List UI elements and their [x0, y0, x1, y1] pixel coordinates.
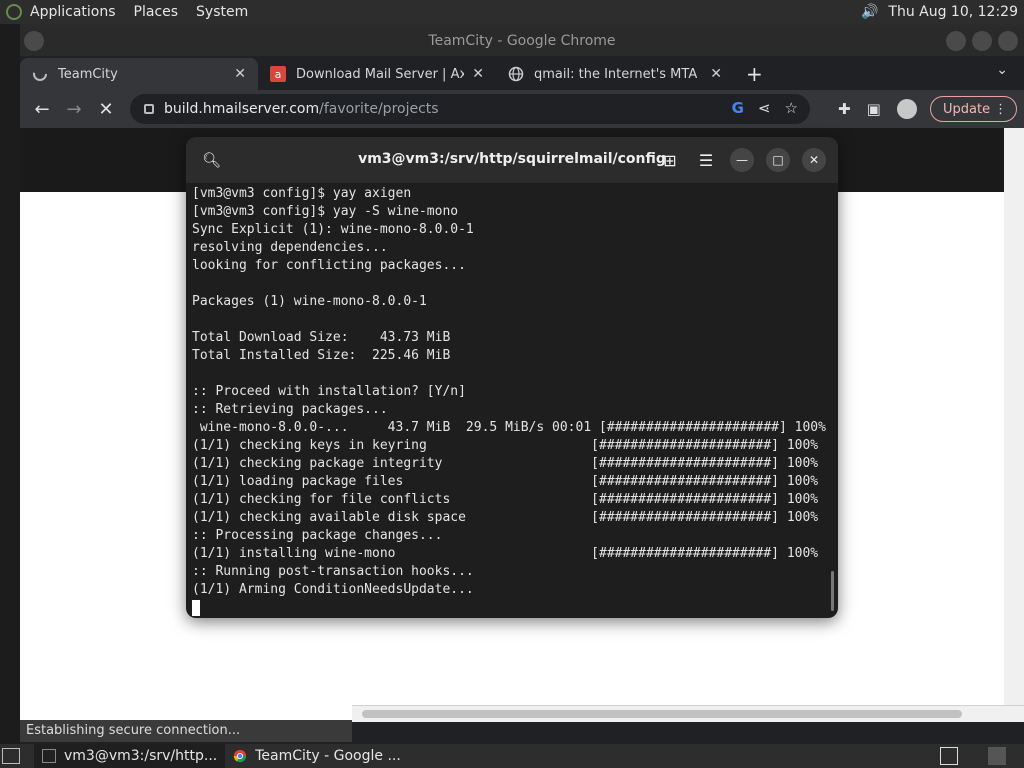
terminal-line: (1/1) checking for file conflicts [#####…: [192, 492, 819, 507]
terminal-line: (1/1) checking keys in keyring [########…: [192, 438, 819, 453]
menu-applications[interactable]: Applications: [30, 4, 116, 20]
url-host: build.hmailserver.com: [164, 101, 320, 117]
window-titlebar[interactable]: TeamCity - Google Chrome: [20, 26, 1024, 56]
close-tab-icon[interactable]: ✕: [472, 66, 484, 82]
taskbar-item-label: vm3@vm3:/srv/http...: [64, 748, 218, 764]
tab-label: TeamCity: [58, 66, 118, 82]
address-bar[interactable]: build.hmailserver.com/favorite/projects …: [130, 94, 810, 124]
menu-system[interactable]: System: [196, 4, 248, 20]
terminal-line: (1/1) loading package files [###########…: [192, 474, 819, 489]
close-window-button[interactable]: [998, 31, 1018, 51]
minimize-window-button[interactable]: [946, 31, 966, 51]
loading-spinner-icon: [33, 67, 47, 81]
terminal-line: Total Download Size: 43.73 MiB: [192, 330, 451, 345]
terminal-icon: [42, 749, 56, 763]
distro-logo-icon[interactable]: [6, 4, 22, 20]
update-label: Update: [943, 102, 991, 117]
terminal-line: :: Processing package changes...: [192, 528, 443, 543]
volume-icon[interactable]: 🔊: [861, 4, 878, 20]
close-icon[interactable]: ✕: [802, 148, 826, 172]
hamburger-menu-icon[interactable]: ☰: [694, 151, 718, 170]
forward-arrow-icon[interactable]: →: [58, 99, 90, 120]
extensions-puzzle-icon[interactable]: ✚: [838, 100, 851, 118]
window-menu-button[interactable]: [24, 31, 44, 51]
new-tab-icon[interactable]: ⊞: [658, 151, 682, 170]
window-title: TeamCity - Google Chrome: [428, 33, 616, 49]
browser-toolbar: ← → ✕ build.hmailserver.com/favorite/pro…: [20, 90, 1024, 128]
terminal-line: Packages (1) wine-mono-8.0.0-1: [192, 294, 427, 309]
terminal-line: :: Retrieving packages...: [192, 402, 388, 417]
axigen-favicon-icon: a: [270, 66, 286, 82]
menu-places[interactable]: Places: [134, 4, 179, 20]
tab-label: Download Mail Server | Axigen: [296, 66, 465, 82]
terminal-line: looking for conflicting packages...: [192, 258, 466, 273]
terminal-line: Sync Explicit (1): wine-mono-8.0.0-1: [192, 222, 474, 237]
desktop-background: [0, 24, 20, 744]
more-menu-icon[interactable]: ⋮: [994, 97, 1007, 123]
workspace-switcher-1[interactable]: [940, 747, 958, 765]
workspace-switcher-2[interactable]: [988, 747, 1006, 765]
close-tab-icon[interactable]: ✕: [710, 66, 722, 82]
back-arrow-icon[interactable]: ←: [26, 99, 58, 120]
tab-strip: TeamCity ✕ a Download Mail Server | Axig…: [20, 56, 1024, 90]
terminal-line: (1/1) Arming ConditionNeedsUpdate...: [192, 582, 474, 597]
profile-avatar-icon[interactable]: [896, 99, 917, 119]
vertical-scrollbar[interactable]: [1004, 128, 1024, 722]
maximize-icon[interactable]: □: [766, 148, 790, 172]
maximize-window-button[interactable]: [972, 31, 992, 51]
svg-text:a: a: [275, 68, 282, 81]
url-path: /favorite/projects: [319, 101, 439, 117]
close-tab-icon[interactable]: ✕: [234, 66, 246, 82]
stop-loading-icon[interactable]: ✕: [90, 99, 122, 120]
terminal-line: :: Proceed with installation? [Y/n]: [192, 384, 466, 399]
taskbar-item-chrome[interactable]: TeamCity - Google ...: [225, 744, 409, 768]
terminal-line: (1/1) checking available disk space [###…: [192, 510, 819, 525]
tab-axigen[interactable]: a Download Mail Server | Axigen ✕: [258, 58, 496, 90]
taskbar-item-terminal[interactable]: vm3@vm3:/srv/http...: [34, 744, 226, 768]
top-panel: Applications Places System 🔊 Thu Aug 10,…: [0, 0, 1024, 24]
terminal-line: :: Running post-transaction hooks...: [192, 564, 474, 579]
tab-label: qmail: the Internet's MTA of ch: [534, 66, 702, 82]
scrollbar-thumb[interactable]: [362, 710, 962, 718]
google-lens-icon[interactable]: G: [732, 99, 744, 117]
text-cursor: [192, 599, 200, 616]
status-bubble: Establishing secure connection...: [20, 720, 352, 742]
bookmark-star-icon[interactable]: ☆: [785, 99, 798, 117]
new-tab-plus-icon[interactable]: +: [746, 58, 763, 90]
clock[interactable]: Thu Aug 10, 12:29: [888, 4, 1018, 20]
terminal-line: (1/1) installing wine-mono [############…: [192, 546, 819, 561]
minimize-icon[interactable]: —: [730, 148, 754, 172]
terminal-headerbar[interactable]: 🔍︎ vm3@vm3:/srv/http/squirrelmail/config…: [186, 137, 838, 183]
terminal-line: [vm3@vm3 config]$ yay axigen: [192, 186, 412, 201]
tab-qmail[interactable]: qmail: the Internet's MTA of ch ✕: [496, 58, 734, 90]
share-icon[interactable]: ⋖: [758, 99, 771, 117]
tab-search-chevron-icon[interactable]: ⌄: [996, 62, 1008, 78]
terminal-line: wine-mono-8.0.0-... 43.7 MiB 29.5 MiB/s …: [192, 420, 826, 435]
side-panel-icon[interactable]: ▣: [867, 100, 881, 118]
terminal-scrollbar[interactable]: [831, 571, 834, 611]
taskbar-item-label: TeamCity - Google ...: [255, 748, 401, 764]
terminal-prompt-line: [192, 599, 832, 617]
terminal-line: (1/1) checking package integrity [######…: [192, 456, 819, 471]
chrome-icon: [234, 749, 247, 763]
show-desktop-icon[interactable]: [2, 748, 20, 764]
tab-teamcity[interactable]: TeamCity ✕: [20, 58, 258, 90]
terminal-line: [vm3@vm3 config]$ yay -S wine-mono: [192, 204, 459, 219]
terminal-line: resolving dependencies...: [192, 240, 388, 255]
terminal-output[interactable]: [vm3@vm3 config]$ yay axigen [vm3@vm3 con…: [192, 185, 832, 618]
terminal-line: Total Installed Size: 225.46 MiB: [192, 348, 451, 363]
bottom-taskbar: vm3@vm3:/srv/http... TeamCity - Google .…: [0, 744, 1024, 768]
globe-icon: [508, 66, 524, 82]
horizontal-scrollbar[interactable]: [352, 705, 1024, 722]
update-button[interactable]: Update ⋮: [930, 96, 1018, 123]
terminal-window: 🔍︎ vm3@vm3:/srv/http/squirrelmail/config…: [186, 137, 838, 618]
lock-icon[interactable]: [144, 104, 154, 114]
